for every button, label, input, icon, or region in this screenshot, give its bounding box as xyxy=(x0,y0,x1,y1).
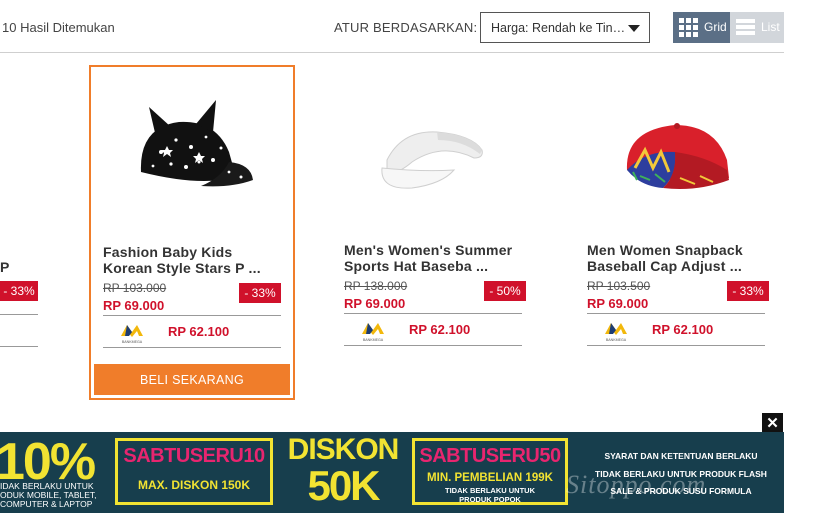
results-toolbar: 10 Hasil Ditemukan ATUR BERDASARKAN: Har… xyxy=(0,0,784,53)
product-card[interactable]: Men Women Snapback Baseball Cap Adjust .… xyxy=(575,65,781,400)
svg-text:BANKMEGA: BANKMEGA xyxy=(606,338,627,342)
divider xyxy=(587,313,765,314)
discount-badge: - 33% xyxy=(727,281,769,301)
product-title[interactable]: Men Women Snapback Baseball Cap Adjust .… xyxy=(587,242,767,274)
product-title[interactable]: Men's Women's Summer Sports Hat Baseba .… xyxy=(344,242,524,274)
banner-diskon-amount: 50K xyxy=(307,462,380,509)
sort-select[interactable]: Harga: Rendah ke Tin… xyxy=(480,12,650,43)
bank-mega-logo: BANKMEGA xyxy=(362,323,384,342)
product-card[interactable]: Men's Women's Summer Sports Hat Baseba .… xyxy=(332,65,538,400)
grid-icon xyxy=(679,18,698,37)
product-image-red-snapback[interactable] xyxy=(585,80,767,230)
original-price: RP 103.000 xyxy=(103,281,167,295)
list-view-button[interactable]: List xyxy=(730,12,784,43)
promo-code-terms: MIN. PEMBELIAN 199K xyxy=(427,472,553,484)
buy-now-button[interactable]: BELI SEKARANG xyxy=(94,364,290,395)
original-price: RP 138.000 xyxy=(344,279,408,293)
banner-percent-note: COMPUTER & LAPTOP xyxy=(0,499,93,509)
grid-view-button[interactable]: Grid xyxy=(673,12,730,43)
grid-view-label: Grid xyxy=(704,20,727,34)
svg-text:BANKMEGA: BANKMEGA xyxy=(363,338,384,342)
divider xyxy=(344,345,522,346)
bank-price: RP 62.100 xyxy=(652,322,714,337)
discount-badge: - 50% xyxy=(484,281,526,301)
product-title[interactable]: Fashion Baby Kids Korean Style Stars P .… xyxy=(103,244,283,276)
divider xyxy=(0,346,38,347)
sort-select-value: Harga: Rendah ke Tin… xyxy=(491,21,626,35)
bank-price: RP 62.100 xyxy=(168,324,230,339)
divider xyxy=(103,315,281,316)
product-image-star-cap[interactable] xyxy=(101,82,283,232)
sale-price: RP 69.000 xyxy=(587,296,649,311)
divider xyxy=(103,347,281,348)
product-image-white-visor[interactable] xyxy=(342,80,524,230)
promo-code-box: SABTUSERU50 MIN. PEMBELIAN 199K TIDAK BE… xyxy=(412,438,568,505)
watermark: Sitoppo.com xyxy=(566,470,707,499)
discount-badge: - 33% xyxy=(0,281,38,301)
bank-mega-logo: BANKMEGA xyxy=(121,325,143,344)
results-count: 10 Hasil Ditemukan xyxy=(2,20,115,35)
sale-price: RP 69.000 xyxy=(344,296,406,311)
promo-code-note: PRODUK POPOK xyxy=(459,495,521,504)
banner-terms: SYARAT DAN KETENTUAN BERLAKU xyxy=(604,451,758,461)
sort-label: ATUR BERDASARKAN: xyxy=(334,20,478,35)
original-price: RP 103.500 xyxy=(587,279,651,293)
promo-code: SABTUSERU10 xyxy=(123,445,265,467)
promo-code-terms: MAX. DISKON 150K xyxy=(137,478,251,492)
discount-badge: - 33% xyxy=(239,283,281,303)
svg-text:BANKMEGA: BANKMEGA xyxy=(122,340,143,344)
bank-mega-logo: BANKMEGA xyxy=(605,323,627,342)
promo-code-note: TIDAK BERLAKU UNTUK xyxy=(445,486,535,495)
caret-down-icon xyxy=(628,25,640,32)
promo-code: SABTUSERU50 xyxy=(419,445,561,467)
bank-price: RP 62.100 xyxy=(409,322,471,337)
list-view-label: List xyxy=(761,20,780,34)
close-banner-button[interactable]: ✕ xyxy=(762,413,783,434)
list-icon xyxy=(736,19,755,36)
divider xyxy=(344,313,522,314)
sale-price: RP 69.000 xyxy=(103,298,165,313)
divider xyxy=(0,314,38,315)
promo-code-box: SABTUSERU10 MAX. DISKON 150K xyxy=(115,438,273,505)
divider xyxy=(587,345,765,346)
product-card[interactable]: Fashion Baby Kids Korean Style Stars P .… xyxy=(89,65,295,400)
